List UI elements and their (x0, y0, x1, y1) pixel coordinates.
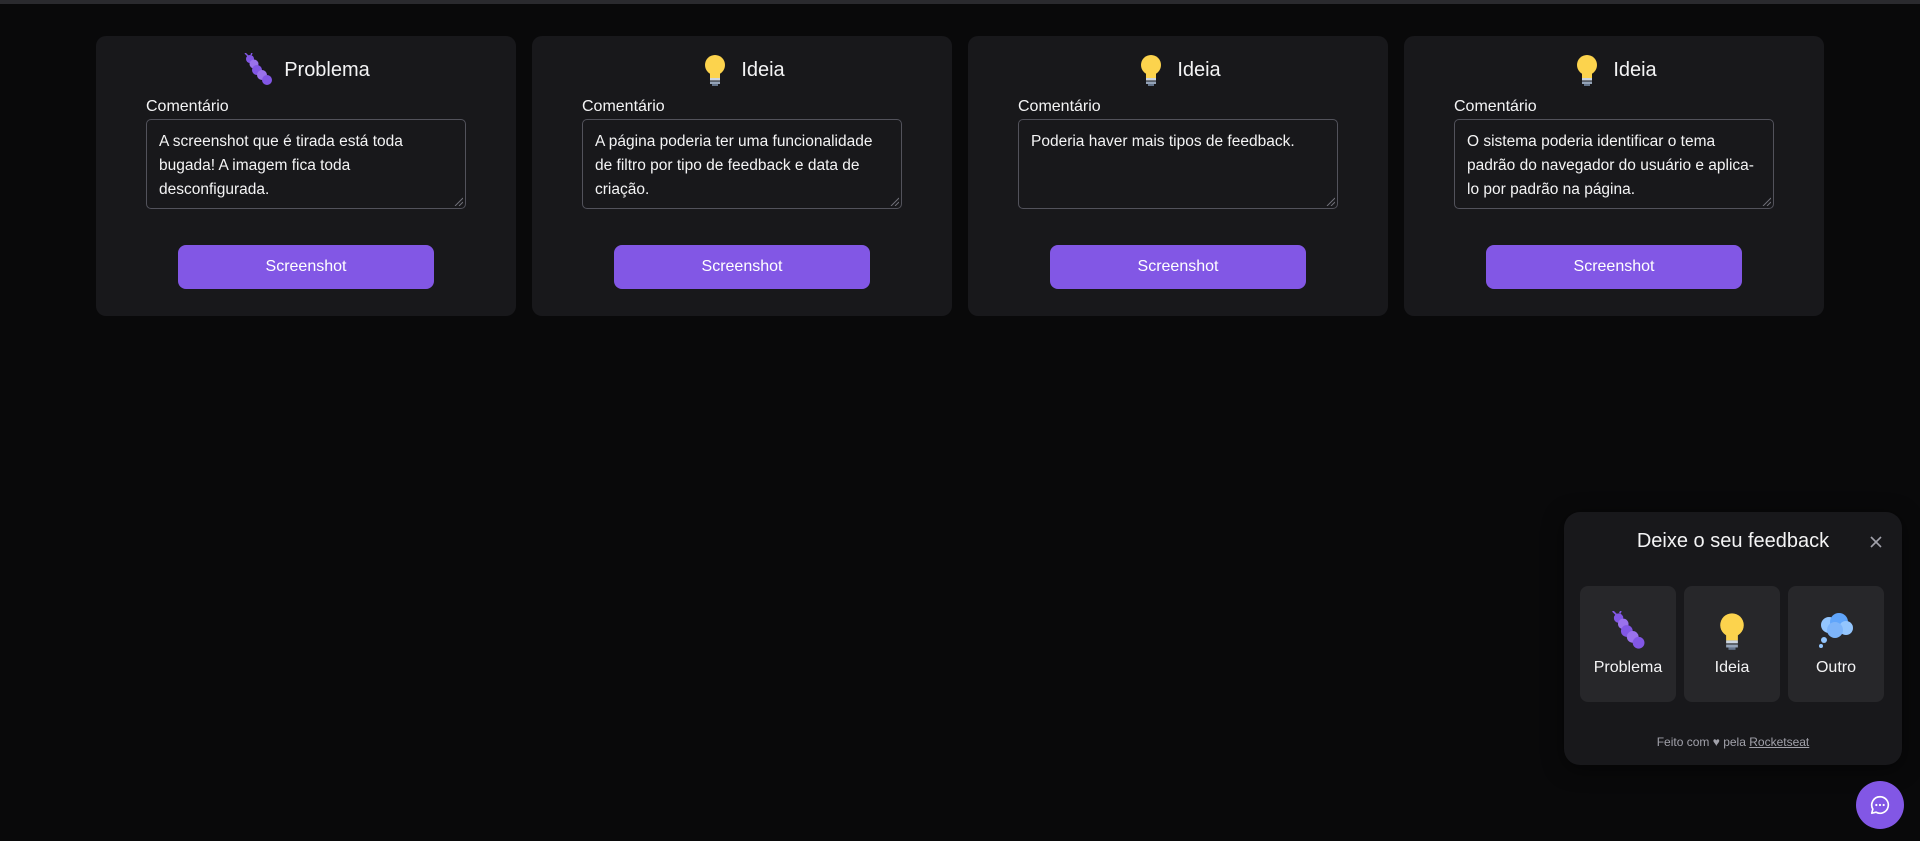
lightbulb-icon (1135, 53, 1167, 87)
thought-cloud-icon (1817, 611, 1855, 651)
open-feedback-button[interactable] (1856, 781, 1904, 829)
feedback-cards: Problema Comentário A screenshot que é t… (96, 36, 1824, 316)
resize-grip-icon[interactable] (1761, 196, 1771, 206)
rocketseat-link[interactable]: Rocketseat (1749, 735, 1809, 749)
screenshot-button[interactable]: Screenshot (1486, 245, 1742, 289)
screenshot-button[interactable]: Screenshot (1050, 245, 1306, 289)
comment-textarea[interactable]: Poderia haver mais tipos de feedback. (1018, 119, 1338, 209)
comment-text: Poderia haver mais tipos de feedback. (1031, 133, 1295, 150)
resize-grip-icon[interactable] (889, 196, 899, 206)
footer-text: Feito com ♥ pela (1656, 735, 1746, 749)
comment-textarea[interactable]: O sistema poderia identificar o tema pad… (1454, 119, 1774, 209)
resize-grip-icon[interactable] (1325, 196, 1335, 206)
lightbulb-icon (699, 53, 731, 87)
type-button-ideia[interactable]: Ideia (1684, 586, 1780, 702)
feedback-card: Problema Comentário A screenshot que é t… (96, 36, 516, 316)
card-header: Ideia (532, 50, 952, 90)
card-title: Ideia (1613, 58, 1657, 81)
widget-title: Deixe o seu feedback (1636, 530, 1830, 552)
comment-text: A página poderia ter uma funcionalidade … (595, 133, 873, 198)
close-button[interactable] (1868, 534, 1884, 550)
comment-label: Comentário (1454, 98, 1537, 115)
feedback-card: Ideia Comentário O sistema poderia ident… (1404, 36, 1824, 316)
comment-textarea[interactable]: A screenshot que é tirada está toda buga… (146, 119, 466, 209)
type-label: Problema (1593, 659, 1663, 676)
feedback-types: Problema Ideia Outro (1580, 586, 1884, 702)
comment-label: Comentário (1018, 98, 1101, 115)
type-button-problema[interactable]: Problema (1580, 586, 1676, 702)
type-label: Ideia (1714, 659, 1750, 676)
close-icon (1870, 536, 1882, 548)
feedback-card: Ideia Comentário Poderia haver mais tipo… (968, 36, 1388, 316)
screenshot-button[interactable]: Screenshot (614, 245, 870, 289)
type-button-outro[interactable]: Outro (1788, 586, 1884, 702)
lightbulb-icon (1571, 53, 1603, 87)
comment-textarea[interactable]: A página poderia ter uma funcionalidade … (582, 119, 902, 209)
screenshot-button[interactable]: Screenshot (178, 245, 434, 289)
card-header: Ideia (1404, 50, 1824, 90)
bug-icon (1609, 611, 1647, 651)
type-label: Outro (1815, 659, 1856, 676)
comment-text: O sistema poderia identificar o tema pad… (1467, 133, 1754, 198)
card-title: Ideia (1177, 58, 1221, 81)
comment-label: Comentário (146, 98, 229, 115)
bug-icon (242, 53, 274, 87)
widget-footer: Feito com ♥ pela Rocketseat (1564, 735, 1902, 749)
card-header: Ideia (968, 50, 1388, 90)
lightbulb-icon (1713, 611, 1751, 651)
card-title: Ideia (741, 58, 785, 81)
card-header: Problema (96, 50, 516, 90)
comment-text: A screenshot que é tirada está toda buga… (159, 133, 403, 198)
comment-label: Comentário (582, 98, 665, 115)
top-border (0, 0, 1920, 4)
chat-bubble-icon (1870, 795, 1890, 815)
feedback-card: Ideia Comentário A página poderia ter um… (532, 36, 952, 316)
feedback-widget: Deixe o seu feedback Problema Ideia Outr… (1564, 512, 1902, 765)
card-title: Problema (284, 58, 370, 81)
resize-grip-icon[interactable] (453, 196, 463, 206)
